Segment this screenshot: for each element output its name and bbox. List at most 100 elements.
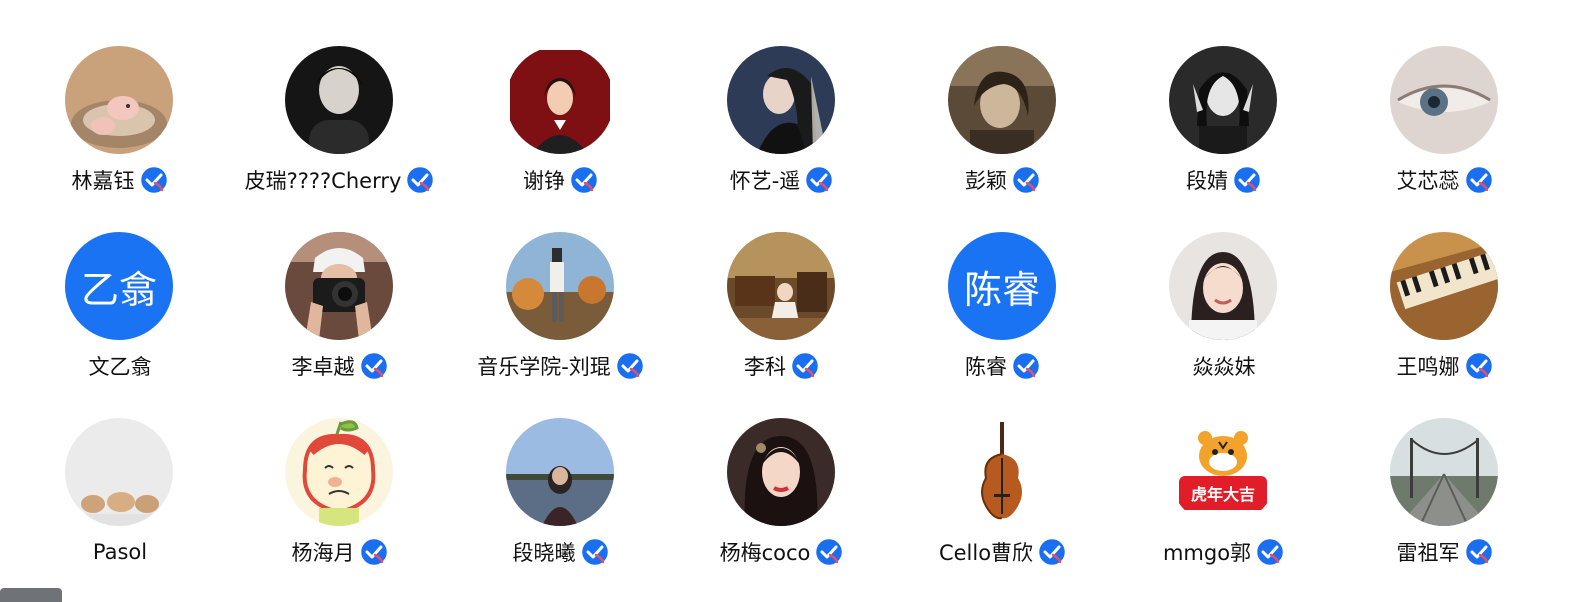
verified-badge-icon (1255, 537, 1285, 567)
user-name[interactable]: 王鸣娜 (1397, 351, 1460, 381)
user-name[interactable]: 彭颖 (965, 165, 1007, 195)
user-name[interactable]: 陈睿 (965, 351, 1007, 381)
user-card[interactable]: 陈睿 陈睿 (893, 232, 1113, 392)
verified-badge-icon (804, 165, 834, 195)
avatar[interactable] (506, 232, 614, 340)
avatar[interactable]: 虎年大吉 (1169, 418, 1277, 526)
avatar[interactable] (727, 232, 835, 340)
avatar[interactable] (1169, 232, 1277, 340)
name-row: 杨梅coco (672, 536, 892, 568)
verified-badge-icon (1037, 537, 1067, 567)
verified-badge-icon (814, 537, 844, 567)
user-name[interactable]: 李卓越 (292, 351, 355, 381)
user-name[interactable]: 艾芯蕊 (1397, 165, 1460, 195)
avatar[interactable] (285, 232, 393, 340)
avatar[interactable] (285, 418, 393, 526)
name-row: 音乐学院-刘琨 (451, 350, 671, 382)
verified-badge-icon (1464, 351, 1494, 381)
name-row: 雷祖军 (1335, 536, 1555, 568)
name-row: 彭颖 (893, 164, 1113, 196)
user-name[interactable]: 林嘉钰 (72, 165, 135, 195)
verified-badge-icon (569, 165, 599, 195)
user-name[interactable]: 怀艺-遥 (730, 165, 801, 195)
user-card[interactable]: 皮瑞????Cherry (230, 46, 450, 206)
verified-badge-icon (139, 165, 169, 195)
verified-badge-icon (1464, 165, 1494, 195)
user-name[interactable]: 音乐学院-刘琨 (477, 351, 611, 381)
user-grid: 林嘉钰 皮瑞????Cherry 谢铮 怀艺-遥 彭颖 段婧 艾芯蕊 乙翕 文乙翕 李卓越 音乐学院… (0, 0, 1574, 600)
avatar[interactable] (948, 46, 1056, 154)
name-row: mmgo郭 (1114, 536, 1334, 568)
user-name[interactable]: 谢铮 (523, 165, 565, 195)
user-card[interactable]: 李科 (672, 232, 892, 392)
verified-badge-icon (1232, 165, 1262, 195)
user-name[interactable]: Pasol (93, 540, 147, 564)
name-row: 皮瑞????Cherry (230, 164, 450, 196)
verified-badge-icon (359, 537, 389, 567)
verified-badge-icon (405, 165, 435, 195)
name-row: Cello曹欣 (893, 536, 1113, 568)
avatar[interactable] (285, 46, 393, 154)
user-name[interactable]: 杨梅coco (720, 537, 811, 567)
user-name[interactable]: 焱焱妹 (1193, 351, 1256, 381)
verified-badge-icon (615, 351, 645, 381)
avatar[interactable] (1390, 232, 1498, 340)
user-name[interactable]: mmgo郭 (1163, 537, 1251, 567)
avatar[interactable] (506, 418, 614, 526)
name-row: 王鸣娜 (1335, 350, 1555, 382)
user-card[interactable]: 段婧 (1114, 46, 1334, 206)
name-row: 段婧 (1114, 164, 1334, 196)
verified-badge-icon (1011, 351, 1041, 381)
user-card[interactable]: 乙翕 文乙翕 (10, 232, 230, 392)
avatar[interactable] (65, 418, 173, 526)
avatar[interactable] (948, 418, 1056, 526)
avatar[interactable] (1390, 46, 1498, 154)
user-name[interactable]: 文乙翕 (89, 351, 152, 381)
user-card[interactable]: 雷祖军 (1335, 418, 1555, 578)
name-row: 陈睿 (893, 350, 1113, 382)
avatar[interactable] (1169, 46, 1277, 154)
user-card[interactable]: 李卓越 (230, 232, 450, 392)
name-row: 艾芯蕊 (1335, 164, 1555, 196)
user-card[interactable]: 彭颖 (893, 46, 1113, 206)
avatar[interactable] (65, 46, 173, 154)
user-card[interactable]: 林嘉钰 (10, 46, 230, 206)
name-row: 李卓越 (230, 350, 450, 382)
avatar[interactable]: 陈睿 (948, 232, 1056, 340)
name-row: 杨海月 (230, 536, 450, 568)
user-card[interactable]: 怀艺-遥 (672, 46, 892, 206)
user-name[interactable]: 李科 (744, 351, 786, 381)
avatar[interactable] (727, 418, 835, 526)
user-name[interactable]: 段晓曦 (513, 537, 576, 567)
name-row: Pasol (10, 536, 230, 568)
user-card[interactable]: 焱焱妹 (1114, 232, 1334, 392)
avatar[interactable] (727, 46, 835, 154)
user-card[interactable]: 艾芯蕊 (1335, 46, 1555, 206)
user-name[interactable]: Cello曹欣 (939, 537, 1033, 567)
user-name[interactable]: 段婧 (1186, 165, 1228, 195)
user-card[interactable]: 谢铮 (451, 46, 671, 206)
user-card[interactable]: 音乐学院-刘琨 (451, 232, 671, 392)
avatar[interactable] (506, 46, 614, 154)
user-card[interactable]: Pasol (10, 418, 230, 578)
avatar[interactable]: 乙翕 (65, 232, 173, 340)
name-row: 李科 (672, 350, 892, 382)
name-row: 谢铮 (451, 164, 671, 196)
user-card[interactable]: 虎年大吉 mmgo郭 (1114, 418, 1334, 578)
user-name[interactable]: 杨海月 (292, 537, 355, 567)
user-card[interactable]: 王鸣娜 (1335, 232, 1555, 392)
name-row: 文乙翕 (10, 350, 230, 382)
name-row: 段晓曦 (451, 536, 671, 568)
verified-badge-icon (580, 537, 610, 567)
user-card[interactable]: 杨海月 (230, 418, 450, 578)
user-card[interactable]: 段晓曦 (451, 418, 671, 578)
avatar-caption: 虎年大吉 (1191, 485, 1255, 504)
name-row: 林嘉钰 (10, 164, 230, 196)
user-name[interactable]: 雷祖军 (1397, 537, 1460, 567)
user-card[interactable]: Cello曹欣 (893, 418, 1113, 578)
user-name[interactable]: 皮瑞????Cherry (245, 165, 402, 195)
avatar[interactable] (1390, 418, 1498, 526)
verified-badge-icon (359, 351, 389, 381)
user-card[interactable]: 杨梅coco (672, 418, 892, 578)
verified-badge-icon (790, 351, 820, 381)
